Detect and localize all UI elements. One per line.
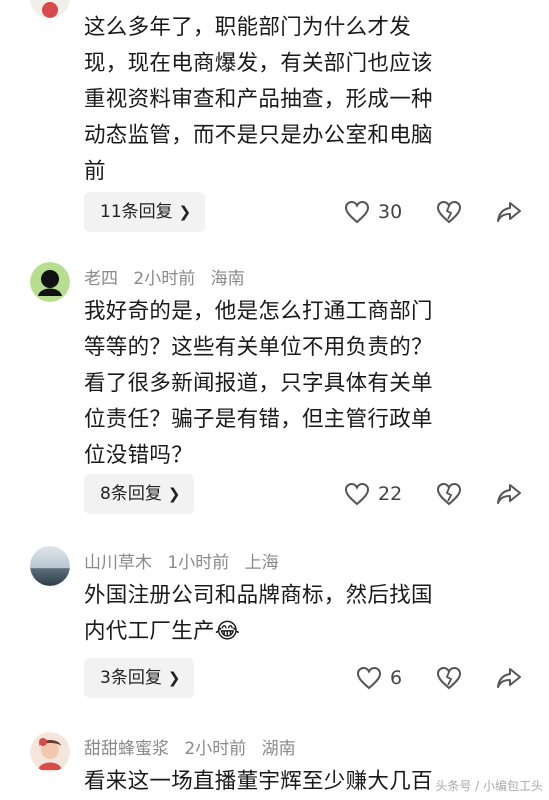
comment-meta: 甜甜蜂蜜浆 2小时前 湖南 [84,734,306,759]
avatar[interactable] [30,546,70,586]
like-count: 30 [378,201,403,223]
username[interactable]: 甜甜蜂蜜浆 [84,739,169,759]
comment-text: 这么多年了，职能部门为什么才发 现，现在电商爆发，有关部门也应该 重视资料审查和… [84,10,514,190]
avatar[interactable] [30,0,70,18]
share-icon [497,668,521,688]
comment-line: 动态监管，而不是只是办公室和电脑 [84,123,433,148]
chevron-right-icon: ❯ [167,669,181,687]
broken-heart-icon [436,200,462,224]
username[interactable]: 山川草木 [84,553,152,573]
comment-line: 外国注册公司和品牌商标，然后找国 [84,583,433,608]
comment-meta: 山川草木 1小时前 上海 [84,548,289,573]
watermark: 头条号 / 小编包工头 [435,779,543,793]
like-button[interactable]: 30 [344,200,402,224]
share-icon [497,484,521,504]
broken-heart-icon [436,482,462,506]
location: 湖南 [261,739,296,759]
comment-line: 位责任？骗子是有错，但主管行政单 [84,407,433,432]
timestamp: 2小时前 [184,739,247,759]
location: 海南 [210,269,245,289]
heart-icon [344,200,370,224]
comment-line: 重视资料审查和产品抽查，形成一种 [84,87,433,112]
comment-line: 我好奇的是，他是怎么打通工商部门 [84,299,433,324]
comment-text: 外国注册公司和品牌商标，然后找国 内代工厂生产😂 [84,578,514,650]
reply-count-button[interactable]: 3条回复 ❯ [84,658,195,698]
comment-line: 内代工厂生产😂 [84,619,241,644]
heart-icon [356,666,382,690]
share-button[interactable] [496,666,522,690]
username[interactable]: 老四 [84,269,118,289]
reply-count-label: 8条回复 [100,484,162,504]
share-button[interactable] [496,200,522,224]
location: 上海 [244,553,279,573]
avatar[interactable] [30,732,70,772]
timestamp: 1小时前 [167,553,230,573]
share-icon [497,202,521,222]
broken-heart-icon [436,666,462,690]
comment-text: 我好奇的是，他是怎么打通工商部门 等等的？这些有关单位不用负责的？ 看了很多新闻… [84,294,514,474]
comment-meta: 老四 2小时前 海南 [84,264,255,289]
like-button[interactable]: 6 [356,666,402,690]
comment-line: 前 [84,159,106,184]
like-count: 6 [390,667,403,689]
like-button[interactable]: 22 [344,482,402,506]
avatar[interactable] [30,262,70,302]
heart-icon [344,482,370,506]
reply-count-button[interactable]: 11条回复 ❯ [84,192,206,232]
dislike-button[interactable] [436,666,462,690]
dislike-button[interactable] [436,200,462,224]
timestamp: 2小时前 [133,269,196,289]
comment-line: 位没错吗？ [84,443,194,468]
share-button[interactable] [496,482,522,506]
comment-line: 看了很多新闻报道，只字具体有关单 [84,371,433,396]
comment-line: 这么多年了，职能部门为什么才发 [84,15,412,40]
reply-count-button[interactable]: 8条回复 ❯ [84,474,195,514]
comment-line: 现，现在电商爆发，有关部门也应该 [84,51,433,76]
dislike-button[interactable] [436,482,462,506]
reply-count-label: 3条回复 [100,668,162,688]
chevron-right-icon: ❯ [167,485,181,503]
like-count: 22 [378,483,403,505]
reply-count-label: 11条回复 [100,202,173,222]
chevron-right-icon: ❯ [178,203,192,221]
comment-line: 等等的？这些有关单位不用负责的？ [84,335,433,360]
